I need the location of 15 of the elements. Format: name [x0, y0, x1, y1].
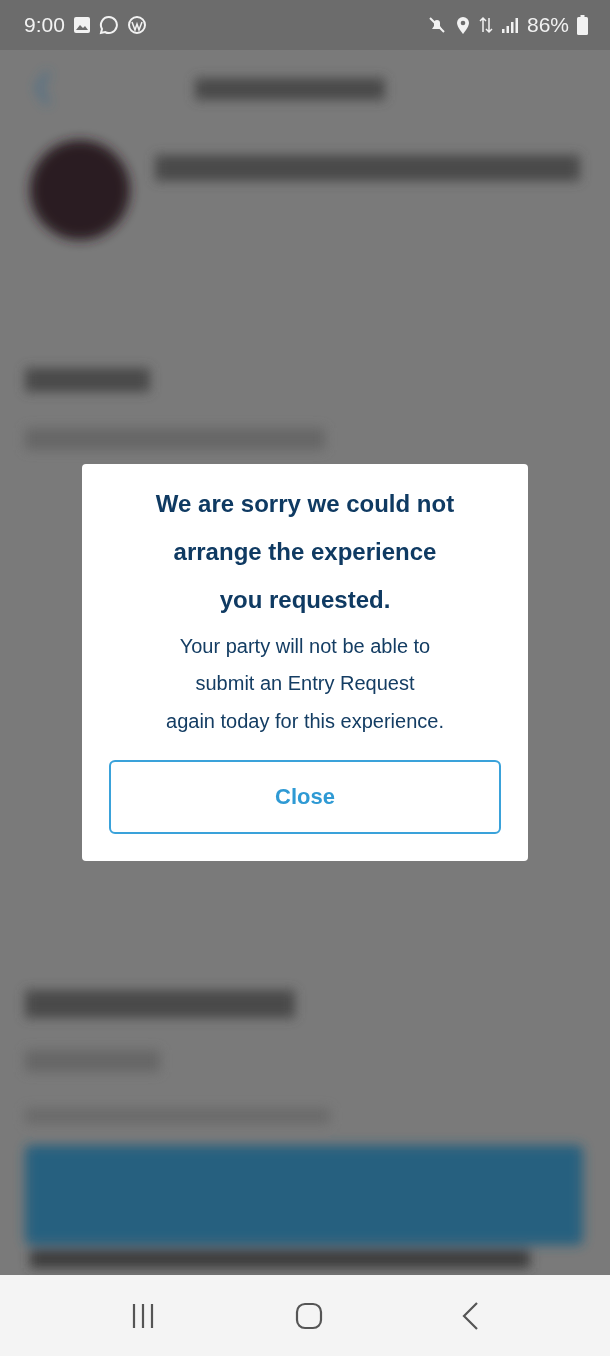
chat-bubble-icon — [98, 15, 119, 35]
close-button[interactable]: Close — [109, 760, 501, 835]
photo-icon — [72, 16, 91, 34]
status-time: 9:00 — [24, 13, 65, 37]
battery-percent: 86% — [526, 13, 569, 37]
dialog-message: Your party will not be able to submit an Entry Request again today for this experience. — [166, 633, 444, 734]
data-arrows-icon — [478, 15, 493, 35]
mute-icon — [426, 15, 447, 35]
back-icon[interactable] — [461, 1300, 481, 1331]
signal-icon — [500, 16, 519, 34]
location-pin-icon — [454, 15, 471, 35]
home-icon[interactable] — [295, 1301, 323, 1330]
dialog-title: We are sorry we could not arrange the experience you requested. — [155, 488, 455, 615]
w-circle-icon — [126, 15, 147, 35]
battery-icon — [577, 15, 588, 35]
